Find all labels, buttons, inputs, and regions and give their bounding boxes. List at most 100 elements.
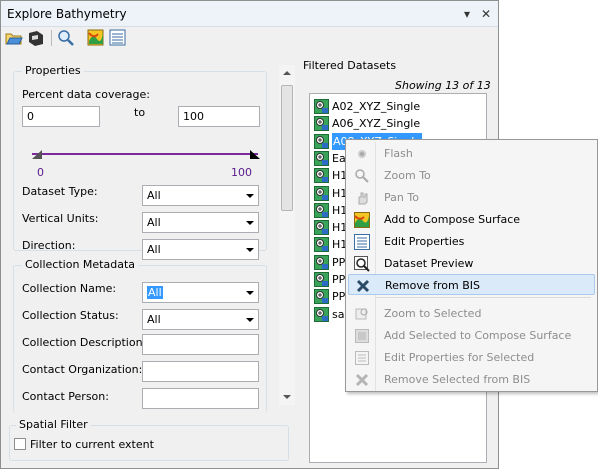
filter-extent-checkbox[interactable]: [14, 438, 26, 450]
collection-name-select[interactable]: All: [142, 282, 259, 303]
filter-pane: Properties Percent data coverage: 0 to 1…: [9, 55, 297, 465]
menu-item-label: Zoom To: [384, 169, 431, 182]
filter-pane-scrollbar[interactable]: [279, 65, 295, 405]
collection-group-label: Collection Metadata: [22, 258, 138, 271]
pin-icon[interactable]: ▾: [459, 6, 475, 22]
pan-hand-icon: [354, 190, 370, 206]
title-bar: Explore Bathymetry ▾ ✕: [1, 1, 498, 27]
menu-item-label: Pan To: [384, 191, 419, 204]
dataset-icon: [314, 168, 329, 184]
dataset-icon: [314, 306, 329, 322]
menu-item-label: Edit Properties for Selected: [384, 351, 535, 364]
chevron-down-icon: [246, 248, 254, 252]
dataset-icon: [314, 185, 329, 201]
chevron-down-icon: [246, 291, 254, 295]
window-title: Explore Bathymetry: [7, 7, 127, 21]
collection-status-select[interactable]: All: [142, 309, 259, 330]
slider-min-label: 0: [37, 166, 44, 179]
dataset-icon: [314, 133, 329, 149]
dataset-icon: [314, 254, 329, 270]
menu-item-label: Edit Properties: [384, 235, 465, 248]
direction-select[interactable]: All: [142, 239, 259, 260]
properties-group: Properties Percent data coverage: 0 to 1…: [13, 64, 267, 260]
contact-person-input[interactable]: [142, 388, 259, 409]
open-folder-icon[interactable]: [5, 29, 23, 47]
dataset-icon: [314, 289, 329, 305]
dataset-icon: [314, 150, 329, 166]
zoom-icon: [354, 168, 370, 184]
save-icon[interactable]: [27, 29, 45, 47]
chevron-down-icon: [246, 194, 254, 198]
coverage-to-input[interactable]: 100: [178, 106, 260, 127]
menu-item-label: Flash: [384, 147, 413, 160]
collection-description-input[interactable]: [142, 334, 259, 355]
menu-item-edit-properties[interactable]: Edit Properties: [348, 231, 595, 252]
menu-item-label: Add Selected to Compose Surface: [384, 329, 572, 342]
scroll-down-icon[interactable]: [283, 395, 291, 399]
menu-item-label: Remove Selected from BIS: [384, 373, 531, 386]
menu-item-zoom-to-selected[interactable]: Zoom to Selected: [348, 303, 595, 324]
menu-item-label: Dataset Preview: [384, 257, 474, 270]
dataset-context-menu: Flash Zoom To Pan To Add to Compose Surface…: [345, 139, 598, 392]
compose-surface-icon[interactable]: [87, 29, 105, 47]
remove-x-icon: [355, 278, 371, 294]
preview-icon: [354, 256, 370, 272]
vertical-units-select[interactable]: All: [142, 212, 259, 233]
collection-name-label: Collection Name:: [22, 282, 117, 295]
slider-max-handle[interactable]: [250, 150, 260, 159]
menu-item-flash[interactable]: Flash: [348, 143, 595, 164]
properties-group-label: Properties: [22, 64, 84, 77]
remove-selected-icon: [354, 372, 370, 388]
chevron-down-icon: [246, 221, 254, 225]
menu-item-pan-to[interactable]: Pan To: [348, 187, 595, 208]
collection-metadata-group: Collection Metadata Collection Name: All…: [13, 258, 267, 413]
zoom-selected-icon: [354, 306, 370, 322]
coverage-label: Percent data coverage:: [22, 88, 150, 101]
menu-item-dataset-preview[interactable]: Dataset Preview: [348, 253, 595, 274]
menu-separator: [376, 297, 591, 298]
dataset-name: A02_XYZ_Single: [332, 100, 421, 113]
contact-organization-input[interactable]: [142, 361, 259, 382]
direction-label: Direction:: [22, 239, 76, 252]
contact-person-label: Contact Person:: [22, 390, 109, 403]
menu-item-remove-from-bis[interactable]: Remove from BIS: [348, 274, 595, 295]
filter-extent-label: Filter to current extent: [30, 438, 154, 451]
dataset-type-select[interactable]: All: [142, 185, 259, 206]
menu-item-label: Remove from BIS: [385, 279, 481, 292]
menu-item-remove-selected-from-bis[interactable]: Remove Selected from BIS: [348, 369, 595, 390]
slider-max-label: 100: [231, 166, 252, 179]
menu-item-zoom-to[interactable]: Zoom To: [348, 165, 595, 186]
coverage-slider-track[interactable]: [32, 153, 258, 155]
menu-item-label: Add to Compose Surface: [384, 213, 521, 226]
toolbar-separator: [51, 30, 52, 46]
spatial-filter-label: Spatial Filter: [16, 418, 91, 431]
dataset-icon: [314, 237, 329, 253]
vertical-units-label: Vertical Units:: [22, 212, 99, 225]
scroll-thumb[interactable]: [281, 85, 293, 211]
search-icon[interactable]: [57, 29, 75, 47]
menu-item-add-selected-to-compose-surface[interactable]: Add Selected to Compose Surface: [348, 325, 595, 346]
menu-item-edit-properties-for-selected[interactable]: Edit Properties for Selected: [348, 347, 595, 368]
slider-min-handle[interactable]: [32, 150, 42, 159]
properties-icon: [354, 234, 370, 250]
properties-selected-icon: [354, 350, 370, 366]
properties-icon[interactable]: [109, 29, 127, 47]
dataset-icon: [314, 99, 329, 114]
compose-selected-icon: [354, 328, 370, 344]
close-icon[interactable]: ✕: [478, 6, 494, 22]
coverage-from-input[interactable]: 0: [22, 106, 100, 127]
collection-description-label: Collection Description:: [22, 336, 147, 349]
flash-icon: [354, 146, 370, 162]
collection-status-label: Collection Status:: [22, 309, 119, 322]
toolbar: [1, 27, 498, 49]
showing-count: Showing 13 of 13: [395, 79, 491, 92]
dataset-icon: [314, 220, 329, 236]
contact-organization-label: Contact Organization:: [22, 363, 143, 376]
scroll-up-icon[interactable]: [283, 71, 291, 75]
compose-surface-icon: [354, 212, 370, 228]
menu-item-add-to-compose-surface[interactable]: Add to Compose Surface: [348, 209, 595, 230]
dataset-type-label: Dataset Type:: [22, 185, 98, 198]
filtered-datasets-label: Filtered Datasets: [303, 59, 397, 72]
coverage-to-label: to: [134, 106, 146, 119]
menu-item-label: Zoom to Selected: [384, 307, 482, 320]
